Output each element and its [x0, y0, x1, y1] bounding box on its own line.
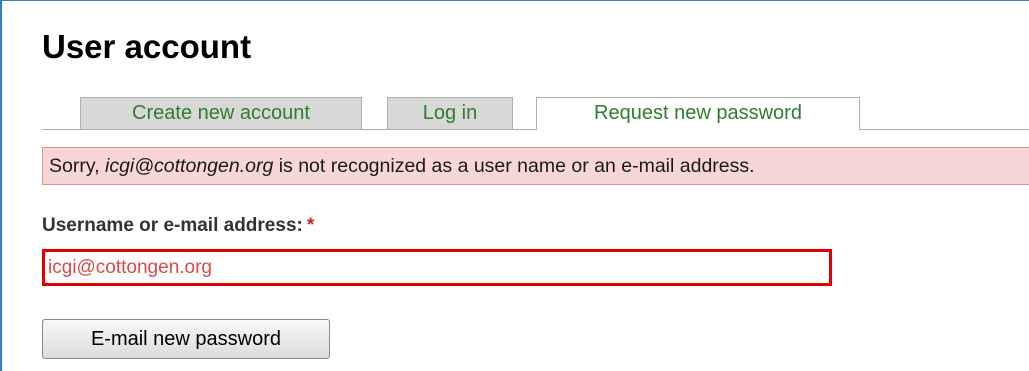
tab-request-new-password[interactable]: Request new password	[536, 97, 860, 130]
error-prefix: Sorry,	[49, 155, 105, 177]
email-new-password-button[interactable]: E-mail new password	[42, 319, 330, 359]
page-frame: User account Create new account Log in R…	[0, 0, 1029, 371]
username-label: Username or e-mail address: *	[42, 215, 314, 237]
error-message: Sorry, icgi@cottongen.org is not recogni…	[42, 147, 1029, 185]
error-value: icgi@cottongen.org	[104, 155, 274, 177]
username-label-text: Username or e-mail address:	[42, 215, 303, 236]
tab-log-in[interactable]: Log in	[387, 97, 513, 129]
tab-create-new-account[interactable]: Create new account	[80, 97, 362, 129]
error-suffix: is not recognized as a user name or an e…	[273, 155, 755, 177]
page-title: User account	[42, 28, 252, 65]
required-marker: *	[306, 215, 315, 236]
username-input[interactable]	[42, 249, 832, 286]
